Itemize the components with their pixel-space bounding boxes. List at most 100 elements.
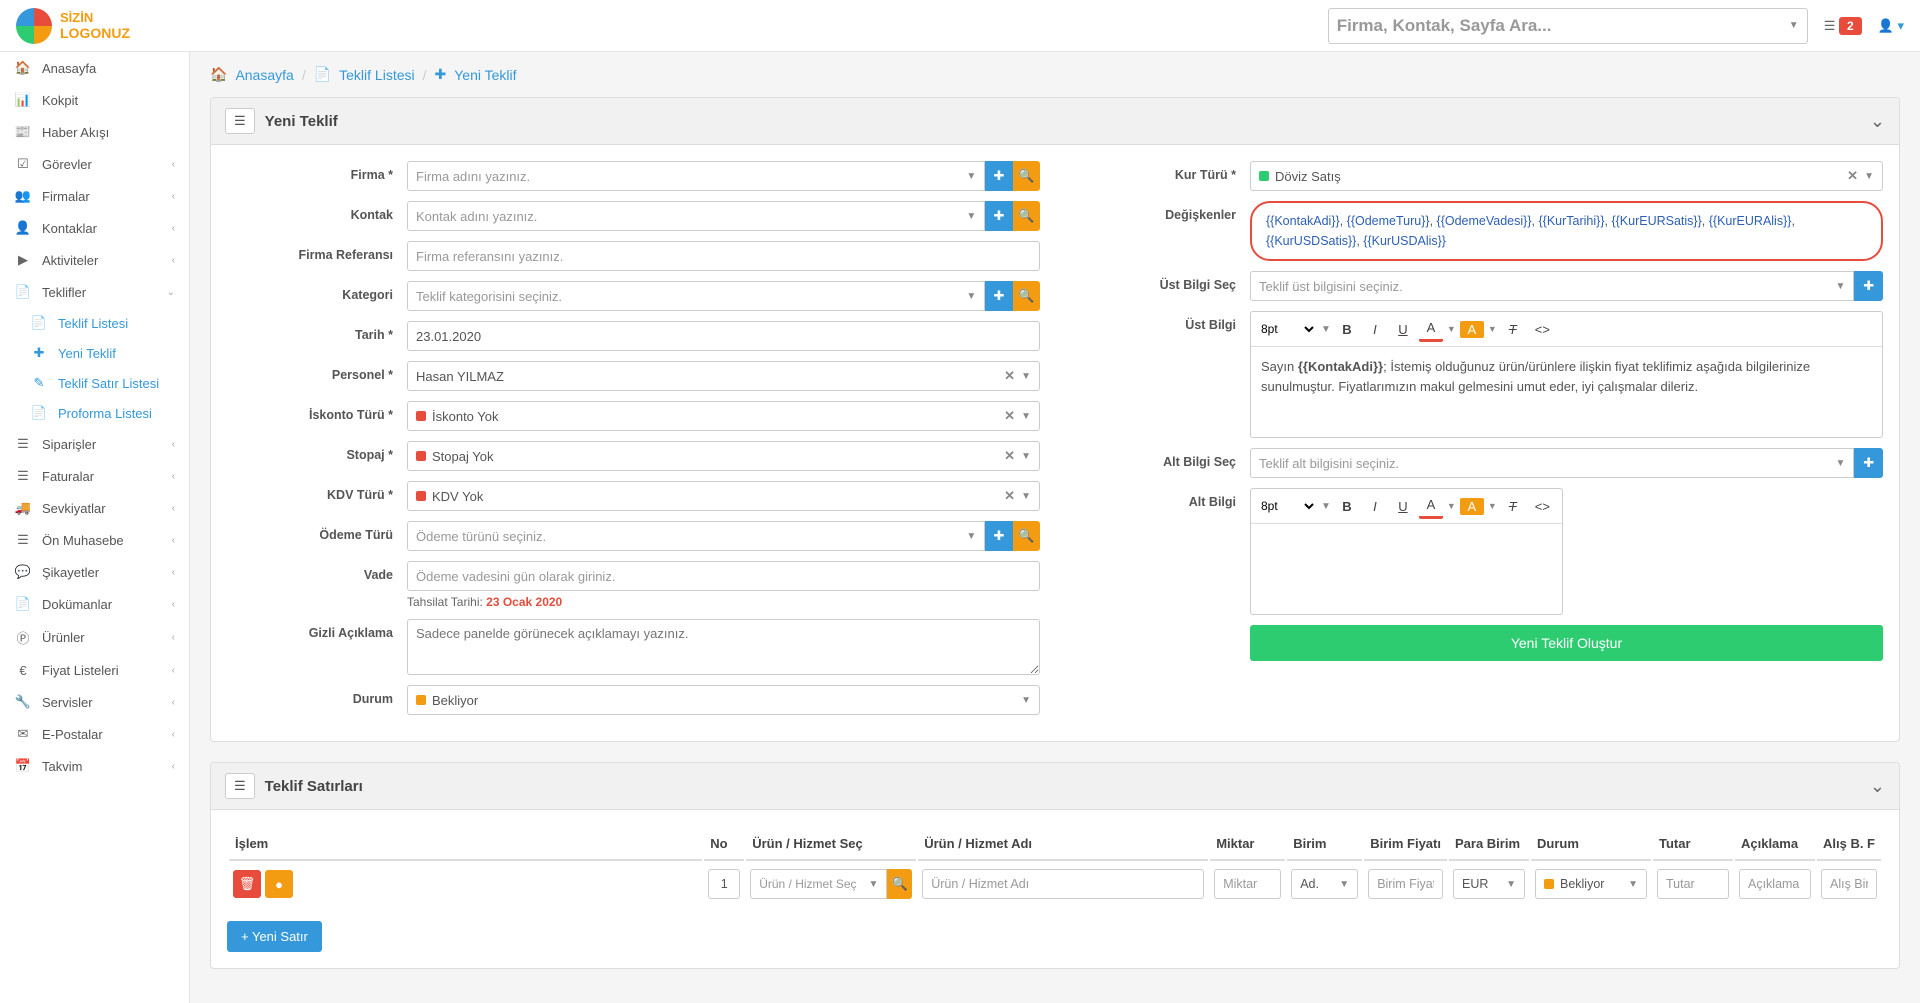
breadcrumb-new[interactable]: Yeni Teklif bbox=[454, 67, 516, 83]
sidebar-item-görevler[interactable]: ☑Görevler‹ bbox=[0, 148, 189, 180]
stopaj-select[interactable]: Stopaj Yok✕▼ bbox=[407, 441, 1040, 471]
logo[interactable]: SİZİN LOGONUZ bbox=[16, 8, 130, 44]
odeme-add-button[interactable]: ✚ bbox=[985, 521, 1012, 551]
sidebar-item-takvim[interactable]: 📅Takvim‹ bbox=[0, 750, 189, 782]
firma-select[interactable]: Firma adını yazınız.▼ bbox=[407, 161, 985, 191]
variable-link[interactable]: {{OdemeVadesi}} bbox=[1437, 214, 1532, 228]
row-price-input[interactable] bbox=[1368, 869, 1443, 899]
code-button[interactable]: <> bbox=[1529, 318, 1556, 341]
variable-link[interactable]: {{KurTarihi}} bbox=[1538, 214, 1604, 228]
fontsize-select[interactable]: 8pt bbox=[1257, 498, 1317, 514]
clear-icon[interactable]: ✕ bbox=[1004, 448, 1015, 464]
sidebar-item-e-postalar[interactable]: ✉E-Postalar‹ bbox=[0, 718, 189, 750]
kategori-add-button[interactable]: ✚ bbox=[985, 281, 1012, 311]
firma-add-button[interactable]: ✚ bbox=[985, 161, 1012, 191]
variable-link[interactable]: {{KurUSDSatis}} bbox=[1266, 234, 1356, 248]
kategori-select[interactable]: Teklif kategorisini seçiniz.▼ bbox=[407, 281, 985, 311]
row-desc-input[interactable] bbox=[1739, 869, 1811, 899]
panel-menu-button[interactable]: ☰ bbox=[225, 108, 255, 134]
variable-link[interactable]: {{KontakAdi}} bbox=[1266, 214, 1340, 228]
sidebar-subitem[interactable]: ✎Teklif Satır Listesi bbox=[16, 368, 189, 398]
firma-search-button[interactable]: 🔍 bbox=[1013, 161, 1040, 191]
row-product-select[interactable]: Ürün / Hizmet Seç▼ bbox=[750, 869, 887, 899]
variable-link[interactable]: {{KurUSDAlis}} bbox=[1363, 234, 1446, 248]
row-action-button[interactable]: ● bbox=[265, 870, 293, 898]
sidebar-subitem[interactable]: ✚Yeni Teklif bbox=[16, 338, 189, 368]
collapse-icon[interactable]: ⌄ bbox=[1870, 776, 1885, 797]
row-unit-select[interactable]: Ad.▼ bbox=[1291, 869, 1358, 899]
row-product-search[interactable]: 🔍 bbox=[887, 869, 912, 899]
collapse-icon[interactable]: ⌄ bbox=[1870, 111, 1885, 132]
personel-select[interactable]: Hasan YILMAZ✕▼ bbox=[407, 361, 1040, 391]
variable-link[interactable]: {{KurEURAlis}} bbox=[1709, 214, 1792, 228]
sidebar-item-teklifler[interactable]: 📄Teklifler⌄ bbox=[0, 276, 189, 308]
sidebar-item-firmalar[interactable]: 👥Firmalar‹ bbox=[0, 180, 189, 212]
textcolor-button[interactable]: A bbox=[1419, 493, 1443, 519]
kur-select[interactable]: Döviz Satış✕▼ bbox=[1250, 161, 1883, 191]
sidebar-item-dokümanlar[interactable]: 📄Dokümanlar‹ bbox=[0, 588, 189, 620]
row-delete-button[interactable]: 🗑 bbox=[233, 870, 261, 898]
iskonto-select[interactable]: İskonto Yok✕▼ bbox=[407, 401, 1040, 431]
sidebar-item-anasayfa[interactable]: 🏠Anasayfa bbox=[0, 52, 189, 84]
bold-button[interactable]: B bbox=[1335, 495, 1359, 518]
panel-menu-button[interactable]: ☰ bbox=[225, 773, 255, 799]
sidebar-item-kokpit[interactable]: 📊Kokpit bbox=[0, 84, 189, 116]
altsec-select[interactable]: Teklif alt bilgisini seçiniz.▼ bbox=[1250, 448, 1854, 478]
sidebar-item-aktiviteler[interactable]: ▶Aktiviteler‹ bbox=[0, 244, 189, 276]
kdv-select[interactable]: KDV Yok✕▼ bbox=[407, 481, 1040, 511]
bgcolor-button[interactable]: A bbox=[1460, 498, 1484, 515]
row-buy-input[interactable] bbox=[1821, 869, 1877, 899]
sidebar-item-faturalar[interactable]: ☰Faturalar‹ bbox=[0, 460, 189, 492]
breadcrumb-home[interactable]: Anasayfa bbox=[235, 67, 293, 83]
clear-icon[interactable]: ✕ bbox=[1004, 368, 1015, 384]
ust-editor-content[interactable]: Sayın {{KontakAdi}}; İstemiş olduğunuz ü… bbox=[1251, 347, 1882, 437]
sidebar-subitem[interactable]: 📄Proforma Listesi bbox=[16, 398, 189, 428]
tarih-input[interactable] bbox=[407, 321, 1040, 351]
variable-link[interactable]: {{KurEURSatis}} bbox=[1611, 214, 1701, 228]
underline-button[interactable]: U bbox=[1391, 495, 1415, 518]
ref-input[interactable] bbox=[407, 241, 1040, 271]
row-currency-select[interactable]: EUR▼ bbox=[1453, 869, 1525, 899]
clear-format-button[interactable]: T bbox=[1501, 318, 1525, 341]
row-qty-input[interactable] bbox=[1214, 869, 1281, 899]
odeme-select[interactable]: Ödeme türünü seçiniz.▼ bbox=[407, 521, 985, 551]
notifications-icon[interactable]: ☰ 2 bbox=[1824, 18, 1862, 34]
row-total-input[interactable] bbox=[1657, 869, 1729, 899]
global-search[interactable]: Firma, Kontak, Sayfa Ara...▼ bbox=[1328, 8, 1808, 44]
textcolor-button[interactable]: A bbox=[1419, 316, 1443, 342]
submit-button[interactable]: Yeni Teklif Oluştur bbox=[1250, 625, 1883, 661]
gizli-textarea[interactable] bbox=[407, 619, 1040, 675]
sidebar-item-siparişler[interactable]: ☰Siparişler‹ bbox=[0, 428, 189, 460]
kontak-add-button[interactable]: ✚ bbox=[985, 201, 1012, 231]
sidebar-item-haber-akışı[interactable]: 📰Haber Akışı bbox=[0, 116, 189, 148]
row-no-input[interactable] bbox=[708, 869, 740, 899]
row-status-select[interactable]: Bekliyor▼ bbox=[1535, 869, 1647, 899]
sidebar-item-ürünler[interactable]: ⓅÜrünler‹ bbox=[0, 620, 189, 655]
add-row-button[interactable]: + Yeni Satır bbox=[227, 921, 322, 952]
user-menu[interactable]: 👤 ▾ bbox=[1878, 18, 1904, 34]
kategori-search-button[interactable]: 🔍 bbox=[1013, 281, 1040, 311]
code-button[interactable]: <> bbox=[1529, 495, 1556, 518]
clear-icon[interactable]: ✕ bbox=[1847, 168, 1858, 184]
sidebar-item-kontaklar[interactable]: 👤Kontaklar‹ bbox=[0, 212, 189, 244]
row-name-input[interactable] bbox=[922, 869, 1204, 899]
ustsec-add-button[interactable]: ✚ bbox=[1854, 271, 1883, 301]
variable-link[interactable]: {{OdemeTuru}} bbox=[1347, 214, 1430, 228]
altsec-add-button[interactable]: ✚ bbox=[1854, 448, 1883, 478]
clear-icon[interactable]: ✕ bbox=[1004, 408, 1015, 424]
italic-button[interactable]: I bbox=[1363, 495, 1387, 518]
odeme-search-button[interactable]: 🔍 bbox=[1013, 521, 1040, 551]
vade-input[interactable] bbox=[407, 561, 1040, 591]
clear-icon[interactable]: ✕ bbox=[1004, 488, 1015, 504]
breadcrumb-list[interactable]: Teklif Listesi bbox=[339, 67, 414, 83]
kontak-search-button[interactable]: 🔍 bbox=[1013, 201, 1040, 231]
fontsize-select[interactable]: 8pt bbox=[1257, 321, 1317, 337]
ustsec-select[interactable]: Teklif üst bilgisini seçiniz.▼ bbox=[1250, 271, 1854, 301]
sidebar-item-şikayetler[interactable]: 💬Şikayetler‹ bbox=[0, 556, 189, 588]
durum-select[interactable]: Bekliyor▼ bbox=[407, 685, 1040, 715]
sidebar-item-fiyat-listeleri[interactable]: €Fiyat Listeleri‹ bbox=[0, 655, 189, 686]
bold-button[interactable]: B bbox=[1335, 318, 1359, 341]
sidebar-subitem[interactable]: 📄Teklif Listesi bbox=[16, 308, 189, 338]
bgcolor-button[interactable]: A bbox=[1460, 321, 1484, 338]
sidebar-item-servisler[interactable]: 🔧Servisler‹ bbox=[0, 686, 189, 718]
